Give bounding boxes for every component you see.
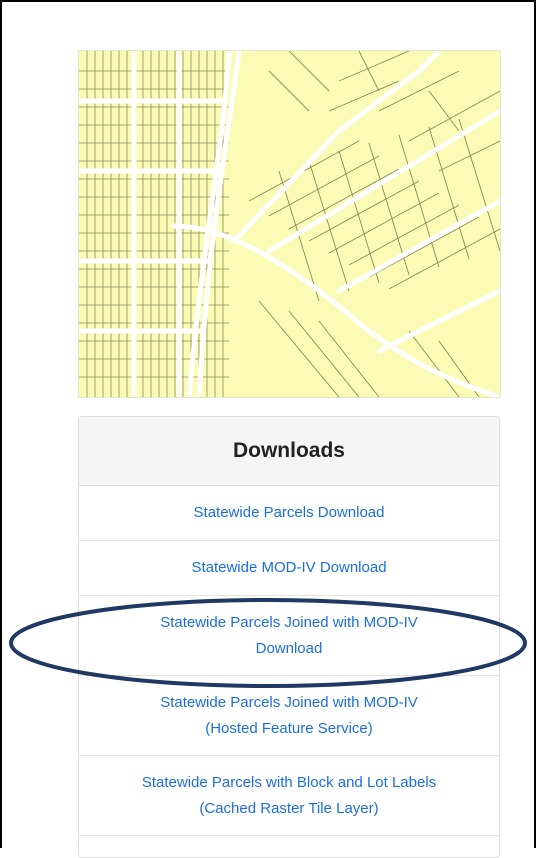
parcels-block-lot-labels-link[interactable]: Statewide Parcels with Block and Lot Lab… [79,756,499,836]
parcels-joined-mod-iv-feature-service-link[interactable]: Statewide Parcels Joined with MOD-IV (Ho… [79,676,499,756]
link-label-line1: Statewide Parcels Joined with MOD-IV [160,693,418,711]
parcel-map-icon [79,51,500,397]
link-label-line1: Statewide Parcels with Block and Lot Lab… [141,773,437,791]
link-label: Statewide MOD-IV Download [191,559,387,576]
statewide-mod-iv-download-link[interactable]: Statewide MOD-IV Download [79,541,499,596]
downloads-panel: Downloads Statewide Parcels Download Sta… [78,416,500,858]
link-label-line1: Statewide Parcels Joined with MOD-IV [160,613,418,631]
parcel-map-thumbnail [78,50,501,398]
link-label-line2: Download [255,639,323,657]
statewide-parcels-download-link[interactable]: Statewide Parcels Download [79,486,499,541]
parcels-joined-mod-iv-download-link[interactable]: Statewide Parcels Joined with MOD-IV Dow… [79,596,499,676]
downloads-heading: Downloads [79,417,499,486]
link-label: Statewide Parcels Download [193,504,385,521]
link-label-line2: (Cached Raster Tile Layer) [199,799,379,817]
link-label-line2: (Hosted Feature Service) [205,719,373,737]
